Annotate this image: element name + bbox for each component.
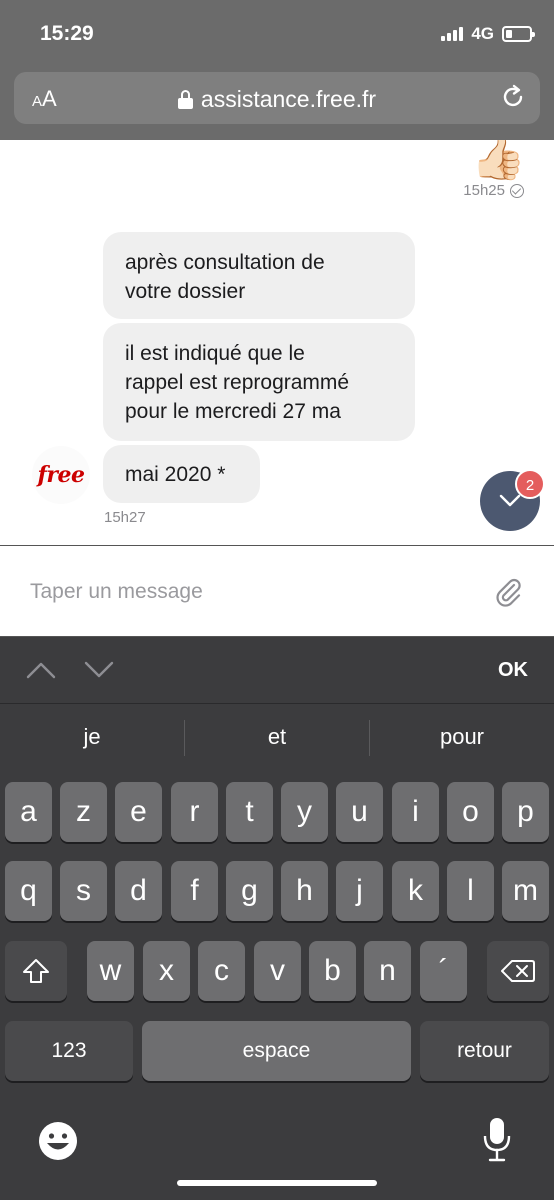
thumbs-up-emoji-message: 👍🏻 — [471, 140, 526, 182]
bubble-line: pour le mercredi 27 ma — [125, 400, 341, 423]
status-time: 15:29 — [40, 22, 94, 45]
key-n[interactable]: n — [364, 941, 411, 1001]
url-display[interactable]: assistance.free.fr — [14, 86, 540, 113]
shift-key[interactable] — [5, 941, 67, 1001]
shift-icon — [23, 959, 49, 983]
sent-time: 15h25 — [463, 182, 505, 199]
keyboard-accessory-bar: OK — [0, 637, 554, 704]
suggestion-item[interactable]: et — [185, 724, 369, 750]
network-label: 4G — [471, 24, 494, 43]
key-x[interactable]: x — [143, 941, 190, 1001]
key-d[interactable]: d — [115, 861, 162, 921]
return-key[interactable]: retour — [420, 1021, 549, 1081]
key-o[interactable]: o — [447, 782, 494, 842]
key-p[interactable]: p — [502, 782, 549, 842]
key-q[interactable]: q — [5, 861, 52, 921]
key-s[interactable]: s — [60, 861, 107, 921]
key-z[interactable]: z — [60, 782, 107, 842]
lock-icon — [177, 90, 193, 109]
key-h[interactable]: h — [281, 861, 328, 921]
key-w[interactable]: w — [87, 941, 134, 1001]
key-c[interactable]: c — [198, 941, 245, 1001]
message-input[interactable]: Taper un message — [30, 580, 203, 604]
signal-icon — [441, 27, 464, 41]
screen: 15:29 4G AA assistance.free.fr 👍🏻 15h25 … — [0, 0, 554, 1200]
backspace-icon — [501, 960, 535, 982]
key-y[interactable]: y — [281, 782, 328, 842]
browser-bar: AA assistance.free.fr — [0, 68, 554, 140]
bubble-line: mai 2020 * — [125, 463, 226, 486]
bubble-line: après consultation de — [125, 251, 325, 274]
emoji-keyboard-icon[interactable] — [37, 1120, 79, 1162]
key-m[interactable]: m — [502, 861, 549, 921]
numbers-key[interactable]: 123 — [5, 1021, 133, 1081]
address-bar[interactable]: AA assistance.free.fr — [14, 72, 540, 124]
key-r[interactable]: r — [171, 782, 218, 842]
bubble-line: rappel est reprogrammé — [125, 371, 350, 394]
space-key[interactable]: espace — [142, 1021, 411, 1081]
key-j[interactable]: j — [336, 861, 383, 921]
received-bubble: mai 2020 * — [103, 445, 260, 503]
key-b[interactable]: b — [309, 941, 356, 1001]
backspace-key[interactable] — [487, 941, 549, 1001]
received-bubble: après consultation de votre dossier — [103, 232, 415, 319]
free-logo: free — [37, 462, 85, 488]
paperclip-icon[interactable] — [492, 576, 524, 608]
chevron-down-icon — [499, 494, 521, 507]
status-bar: 15:29 4G — [0, 0, 554, 68]
key-v[interactable]: v — [254, 941, 301, 1001]
key-i[interactable]: i — [392, 782, 439, 842]
suggestion-item[interactable]: pour — [370, 724, 554, 750]
key-acute-accent[interactable]: ´ — [420, 941, 467, 1001]
key-f[interactable]: f — [171, 861, 218, 921]
read-check-icon — [510, 183, 524, 198]
agent-avatar: free — [32, 446, 90, 504]
bubble-line: votre dossier — [125, 280, 246, 303]
received-time: 15h27 — [104, 509, 146, 526]
chat-thread[interactable]: 👍🏻 15h25 après consultation de votre dos… — [0, 140, 554, 545]
keyboard: a z e r t y u i o p q s d f g h j k l m … — [0, 772, 554, 1200]
done-button[interactable]: OK — [498, 659, 528, 682]
key-a[interactable]: a — [5, 782, 52, 842]
status-indicators: 4G — [441, 24, 535, 44]
suggestion-item[interactable]: je — [0, 724, 184, 750]
key-t[interactable]: t — [226, 782, 273, 842]
chevron-down-icon[interactable] — [84, 661, 114, 679]
received-bubble: il est indiqué que le rappel est reprogr… — [103, 323, 415, 441]
chevron-up-icon[interactable] — [26, 661, 56, 679]
microphone-icon[interactable] — [482, 1116, 512, 1164]
key-k[interactable]: k — [392, 861, 439, 921]
reload-icon[interactable] — [500, 84, 526, 110]
key-l[interactable]: l — [447, 861, 494, 921]
key-u[interactable]: u — [336, 782, 383, 842]
battery-icon — [502, 26, 535, 42]
predictive-suggestions: je et pour — [0, 704, 554, 772]
message-composer[interactable]: Taper un message — [0, 545, 554, 637]
url-text: assistance.free.fr — [200, 86, 377, 112]
key-e[interactable]: e — [115, 782, 162, 842]
bubble-line: il est indiqué que le — [125, 342, 305, 365]
home-indicator[interactable] — [177, 1180, 377, 1186]
key-g[interactable]: g — [226, 861, 273, 921]
sent-message-meta: 15h25 — [463, 182, 524, 199]
unread-badge: 2 — [515, 469, 545, 499]
